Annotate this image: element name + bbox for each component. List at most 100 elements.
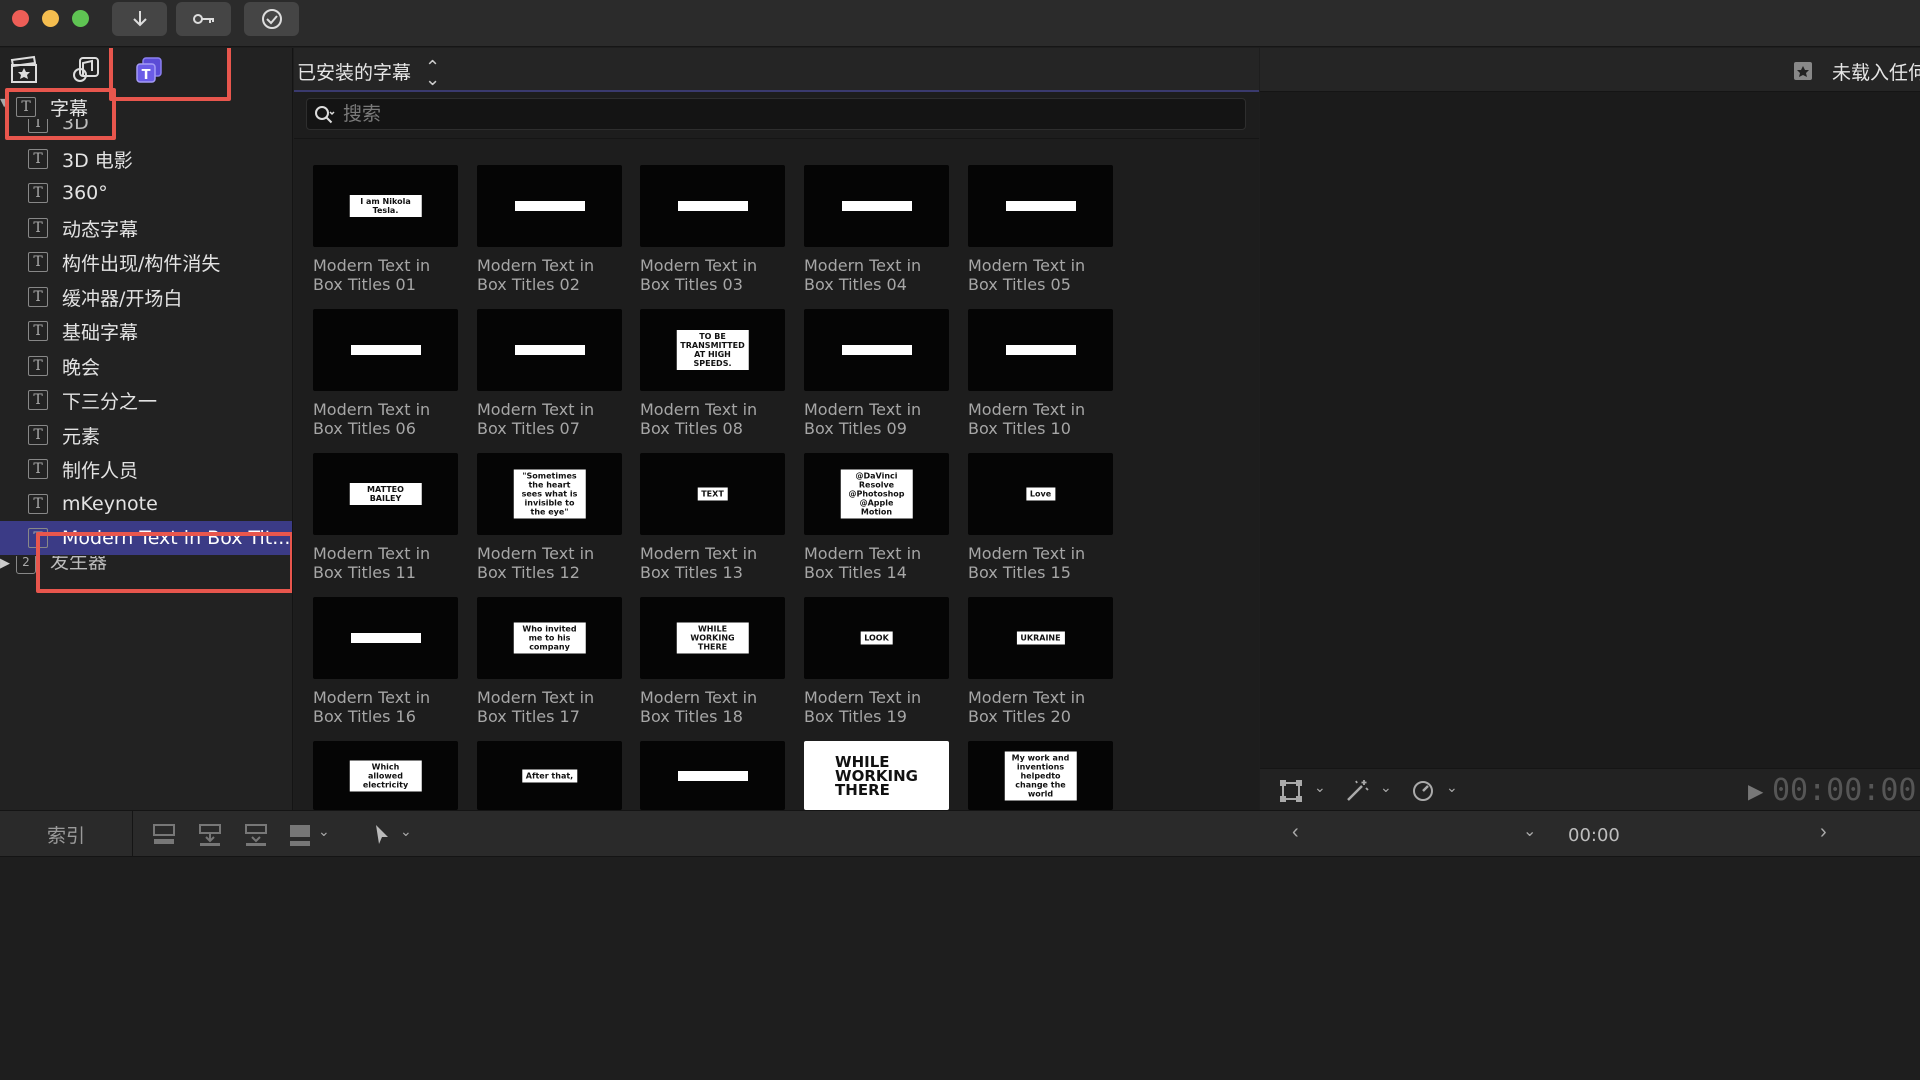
- tile-label-line2: Box Titles 13: [640, 563, 743, 582]
- append-clip-icon[interactable]: [242, 821, 270, 849]
- tile-label: Modern Text in Box Titles 19: [804, 688, 949, 726]
- title-tile[interactable]: Love Modern Text in Box Titles 15: [968, 453, 1113, 582]
- music-photo-icon: [73, 57, 99, 82]
- sidebar-item-3d-cinematic[interactable]: T 3D 电影: [0, 142, 292, 176]
- title-tile[interactable]: TO BE TRANSMITTED AT HIGH SPEEDS. Modern …: [640, 309, 785, 438]
- title-tile[interactable]: Modern Text in Box Titles 05: [968, 165, 1113, 294]
- maximize-window-button[interactable]: [72, 10, 89, 27]
- browser-title[interactable]: 已安装的字幕: [297, 58, 411, 85]
- title-tile[interactable]: WHILE WORKING THERE Modern Text in Box Tit…: [640, 597, 785, 726]
- sidebar-item-modern-text-in-box[interactable]: T Modern Text in Box Tit...: [0, 521, 292, 555]
- sidebar-item-build-in-out[interactable]: T 构件出现/构件消失: [0, 245, 292, 279]
- tile-label-line2: Box Titles 18: [640, 707, 743, 726]
- sidebar-item-party[interactable]: T 晚会: [0, 349, 292, 383]
- title-tile[interactable]: MATTEO BAILEY Modern Text in Box Titles 11: [313, 453, 458, 582]
- title-tile[interactable]: LOOK Modern Text in Box Titles 19: [804, 597, 949, 726]
- title-thumbnail: [313, 597, 458, 679]
- tab-titles-generators[interactable]: T: [133, 54, 165, 86]
- thumbnail-text-box: Which allowed electricity: [349, 760, 422, 791]
- timeline-toolbar: 索引 ⌄ ⌄ ‹ ⌄ 00:00 ›: [0, 810, 1920, 857]
- title-tile[interactable]: [640, 741, 785, 810]
- search-icon[interactable]: [313, 103, 337, 127]
- title-t-icon: T: [28, 494, 48, 514]
- title-tile[interactable]: WHILE WORKING THERE: [804, 741, 949, 810]
- tile-label: Modern Text in Box Titles 18: [640, 688, 785, 726]
- select-tool-icon[interactable]: [368, 821, 396, 849]
- title-tile[interactable]: Modern Text in Box Titles 03: [640, 165, 785, 294]
- title-thumbnail: WHILE WORKING THERE: [640, 597, 785, 679]
- chevron-down-icon[interactable]: ⌄: [1446, 779, 1458, 796]
- chevron-left-icon[interactable]: ‹: [1292, 821, 1299, 844]
- title-tile[interactable]: TEXT Modern Text in Box Titles 13: [640, 453, 785, 582]
- chevron-down-icon[interactable]: ⌄: [1523, 821, 1536, 841]
- speedometer-icon[interactable]: [1410, 778, 1436, 804]
- index-button[interactable]: 索引: [0, 811, 133, 857]
- title-tile[interactable]: Modern Text in Box Titles 06: [313, 309, 458, 438]
- title-t-icon: T: [28, 390, 48, 410]
- minimize-window-button[interactable]: [42, 10, 59, 27]
- sidebar-item-3d[interactable]: T 3D: [0, 119, 292, 141]
- tile-label-line1: Modern Text in: [968, 400, 1086, 419]
- title-tile[interactable]: Modern Text in Box Titles 04: [804, 165, 949, 294]
- title-tile[interactable]: I am Nikola Tesla. Modern Text in Box Titl…: [313, 165, 458, 294]
- title-tile[interactable]: Who invited me to his company Modern Text…: [477, 597, 622, 726]
- tile-label-line1: Modern Text in: [804, 256, 922, 275]
- tab-libraries[interactable]: [8, 54, 40, 86]
- thumbnail-text-box: [1005, 345, 1076, 355]
- title-tile[interactable]: Modern Text in Box Titles 16: [313, 597, 458, 726]
- sidebar-item-credits[interactable]: T 制作人员: [0, 452, 292, 486]
- tile-label-line2: Box Titles 06: [313, 419, 416, 438]
- title-tile[interactable]: After that,: [477, 741, 622, 810]
- title-tile[interactable]: Modern Text in Box Titles 02: [477, 165, 622, 294]
- close-window-button[interactable]: [12, 10, 29, 27]
- title-tile[interactable]: Modern Text in Box Titles 10: [968, 309, 1113, 438]
- title-thumbnail: "Sometimes the heart sees what is invisi…: [477, 453, 622, 535]
- thumbnail-text-box: [841, 201, 912, 211]
- sidebar-item-lower-thirds[interactable]: T 下三分之一: [0, 383, 292, 417]
- sidebar-item-mkeynote[interactable]: T mKeynote: [0, 487, 292, 521]
- play-icon[interactable]: ▶: [1748, 779, 1763, 804]
- background-tasks-button[interactable]: [244, 2, 299, 36]
- title-thumbnail: [804, 165, 949, 247]
- tile-label: Modern Text in Box Titles 03: [640, 256, 785, 294]
- title-tile[interactable]: @DaVinci Resolve @Photoshop @Apple Motio…: [804, 453, 949, 582]
- chevron-down-icon[interactable]: ⌄: [1314, 779, 1326, 796]
- sidebar-item-basic-titles[interactable]: T 基础字幕: [0, 314, 292, 348]
- title-tile[interactable]: Modern Text in Box Titles 09: [804, 309, 949, 438]
- chevron-down-icon[interactable]: ⌄: [1380, 779, 1392, 796]
- window-titlebar: [0, 0, 1920, 47]
- sidebar-item-animated-titles[interactable]: T 动态字幕: [0, 211, 292, 245]
- sidebar-item-generators[interactable]: ▶ 2 发生器: [0, 556, 292, 574]
- title-tile[interactable]: "Sometimes the heart sees what is invisi…: [477, 453, 622, 582]
- search-input[interactable]: [343, 102, 1223, 126]
- title-tile[interactable]: Modern Text in Box Titles 07: [477, 309, 622, 438]
- title-t-icon: T: [28, 528, 48, 548]
- keyword-button[interactable]: [176, 2, 231, 36]
- tab-photos-audio[interactable]: [70, 54, 102, 86]
- disclosure-triangle-icon[interactable]: ▼: [0, 96, 8, 109]
- sidebar-item-360[interactable]: T 360°: [0, 176, 292, 210]
- chevron-down-icon[interactable]: ⌄: [400, 823, 412, 840]
- tile-label: Modern Text in Box Titles 06: [313, 400, 458, 438]
- chevron-right-icon[interactable]: ›: [1820, 821, 1827, 844]
- connect-clip-icon[interactable]: [150, 821, 178, 849]
- transform-icon[interactable]: [1278, 778, 1304, 804]
- insert-clip-icon[interactable]: [196, 821, 224, 849]
- title-tile[interactable]: My work and inventions helpedto change t…: [968, 741, 1113, 810]
- tile-label-line1: Modern Text in: [313, 256, 431, 275]
- magic-wand-icon[interactable]: [1344, 778, 1370, 804]
- title-thumbnail: MATTEO BAILEY: [313, 453, 458, 535]
- import-button[interactable]: [112, 2, 167, 36]
- chevron-down-icon[interactable]: ⌄: [318, 823, 330, 840]
- overwrite-clip-icon[interactable]: [286, 821, 314, 849]
- title-tile[interactable]: Which allowed electricity: [313, 741, 458, 810]
- thumbnail-text-box: [677, 201, 748, 211]
- disclosure-triangle-right-icon[interactable]: ▶: [0, 556, 10, 571]
- titles-generators-icon: T: [136, 57, 162, 83]
- title-thumbnail: WHILE WORKING THERE: [804, 741, 949, 810]
- sidebar-item-elements[interactable]: T 元素: [0, 418, 292, 452]
- sidebar-item-bumper-opener[interactable]: T 缓冲器/开场白: [0, 280, 292, 314]
- tile-label: Modern Text in Box Titles 12: [477, 544, 622, 582]
- title-tile[interactable]: UKRAINE Modern Text in Box Titles 20: [968, 597, 1113, 726]
- search-field[interactable]: [306, 98, 1246, 130]
